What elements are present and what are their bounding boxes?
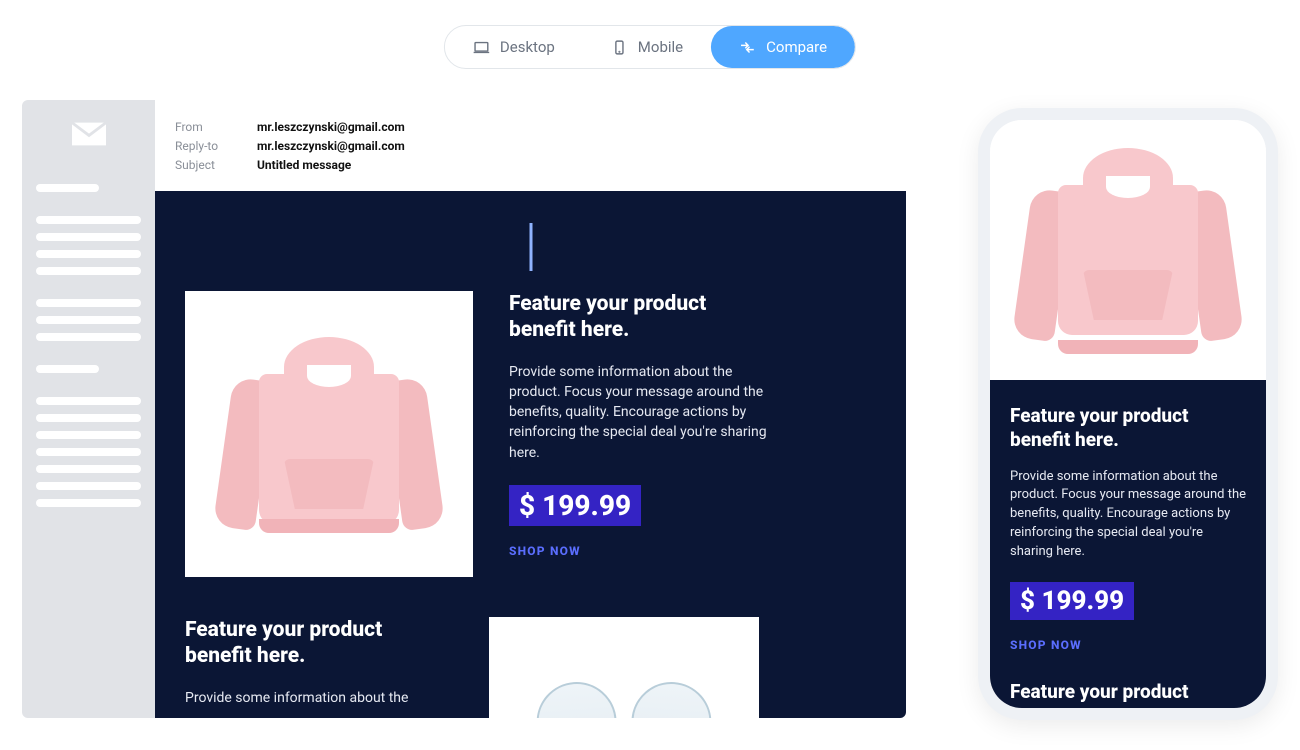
inbox-sidebar: [22, 100, 155, 718]
sidebar-line: [36, 448, 141, 456]
product-price: $ 199.99: [509, 485, 641, 526]
shop-now-link[interactable]: SHOP NOW: [1010, 638, 1246, 652]
from-value: mr.leszczynski@gmail.com: [257, 118, 405, 137]
sidebar-line: [36, 267, 141, 275]
compare-icon: [739, 39, 756, 56]
view-mobile-tab[interactable]: Mobile: [583, 26, 711, 68]
view-desktop-tab[interactable]: Desktop: [445, 26, 583, 68]
email-body[interactable]: Feature your product benefit here. Provi…: [155, 191, 906, 718]
mail-header: From mr.leszczynski@gmail.com Reply-to mr.…: [155, 100, 906, 191]
sidebar-line: [36, 250, 141, 258]
subject-value: Untitled message: [257, 156, 351, 175]
sidebar-line: [36, 299, 141, 307]
product-image-1: [185, 291, 473, 577]
hoodie-illustration: [229, 329, 429, 539]
mobile-preview-frame: Feature your product benefit here. Provi…: [978, 108, 1278, 720]
sidebar-line: [36, 333, 141, 341]
product-description: Provide some information about the produ…: [509, 362, 777, 463]
sidebar-line: [36, 397, 141, 405]
view-compare-label: Compare: [766, 38, 827, 56]
product-description: Provide some information about the: [185, 688, 453, 708]
replyto-label: Reply-to: [175, 137, 233, 156]
sidebar-line: [36, 482, 141, 490]
view-compare-tab[interactable]: Compare: [711, 26, 855, 68]
desktop-content: From mr.leszczynski@gmail.com Reply-to mr.…: [155, 100, 906, 718]
product-image-2: [489, 617, 759, 718]
mobile-scroll[interactable]: Feature your product benefit here. Provi…: [990, 120, 1266, 708]
mail-icon: [72, 122, 106, 146]
product-block-2: Feature your product benefit here. Provi…: [185, 617, 876, 718]
mobile-content: Feature your product benefit here. Provi…: [990, 380, 1266, 708]
product-description: Provide some information about the produ…: [1010, 468, 1246, 562]
accent-divider: [529, 223, 532, 271]
sidebar-line: [36, 465, 141, 473]
phone-icon: [611, 39, 628, 56]
hoodie-illustration: [1028, 140, 1228, 360]
replyto-value: mr.leszczynski@gmail.com: [257, 137, 405, 156]
sidebar-line: [36, 233, 141, 241]
view-desktop-label: Desktop: [500, 38, 555, 56]
shoes-illustration: [524, 652, 724, 718]
desktop-preview-frame: From mr.leszczynski@gmail.com Reply-to mr.…: [22, 100, 906, 718]
product-title: Feature your product benefit here.: [509, 291, 777, 344]
mobile-product-image: [990, 120, 1266, 380]
laptop-icon: [473, 39, 490, 56]
product-title: Feature your product benefit here.: [185, 617, 453, 670]
product-title: Feature your product benefit here.: [1010, 404, 1246, 452]
view-mobile-label: Mobile: [638, 38, 683, 56]
subject-label: Subject: [175, 156, 233, 175]
view-toggle: Desktop Mobile Compare: [444, 25, 856, 69]
sidebar-line: [36, 184, 99, 192]
product-block-1: Feature your product benefit here. Provi…: [185, 291, 876, 577]
sidebar-line: [36, 499, 141, 507]
sidebar-line: [36, 316, 141, 324]
product-title-2: Feature your product: [1010, 680, 1246, 704]
product-price: $ 199.99: [1010, 582, 1134, 620]
sidebar-line: [36, 216, 141, 224]
sidebar-line: [36, 414, 141, 422]
shop-now-link[interactable]: SHOP NOW: [509, 544, 777, 558]
sidebar-line: [36, 431, 141, 439]
from-label: From: [175, 118, 233, 137]
sidebar-line: [36, 365, 99, 373]
